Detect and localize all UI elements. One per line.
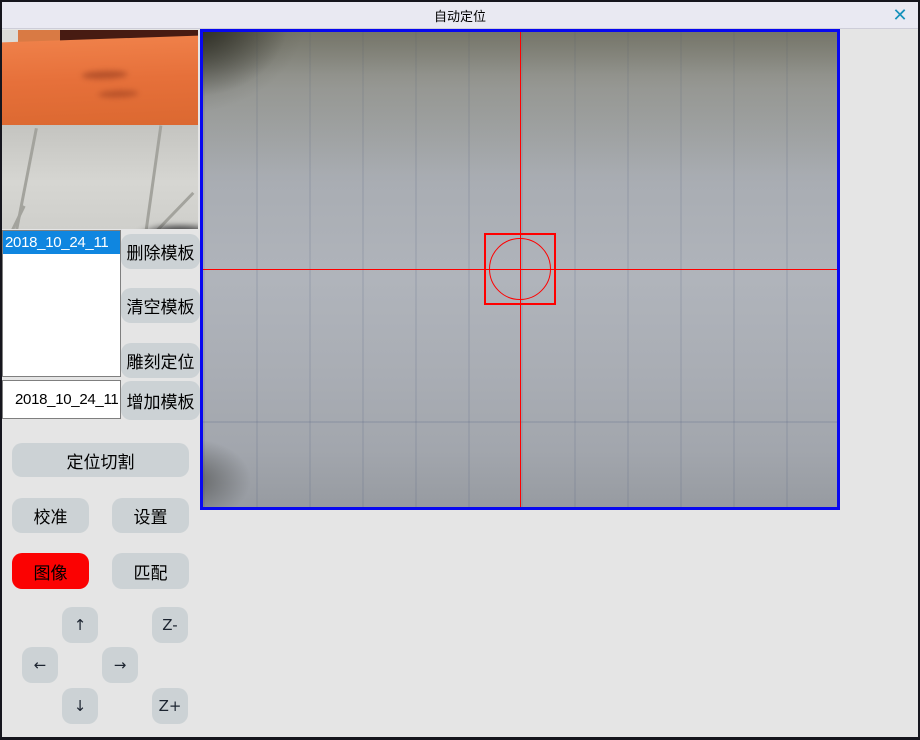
close-icon[interactable]: ✕ <box>888 4 912 26</box>
auto-position-dialog: 自动定位 ✕ 2018_10_24_11 删除模板 清空模板 雕刻定位 增加模板… <box>0 0 920 740</box>
image-button[interactable]: 图像 <box>12 553 89 589</box>
thumbnail-orange-plank <box>2 35 198 133</box>
template-list: 2018_10_24_11 <box>2 230 121 377</box>
jog-left-button[interactable]: ← <box>22 647 58 683</box>
plank-grain-mark <box>98 90 138 98</box>
plank-grain-mark <box>82 70 128 80</box>
dialog-title: 自动定位 <box>434 6 486 25</box>
template-list-item[interactable]: 2018_10_24_11 <box>3 231 120 254</box>
settings-button[interactable]: 设置 <box>112 498 189 533</box>
thumbnail-dark-object <box>118 224 198 229</box>
engrave-position-button[interactable]: 雕刻定位 <box>121 343 200 378</box>
match-button[interactable]: 匹配 <box>112 553 189 589</box>
jog-z-minus-button[interactable]: Z- <box>152 607 188 643</box>
jog-z-plus-button[interactable]: Z+ <box>152 688 188 724</box>
jog-right-button[interactable]: → <box>102 647 138 683</box>
title-bar: 自动定位 ✕ <box>2 2 918 29</box>
position-cut-button[interactable]: 定位切割 <box>12 443 189 477</box>
camera-viewport[interactable] <box>200 29 840 510</box>
jog-down-button[interactable]: ↓ <box>62 688 98 724</box>
template-name-input[interactable] <box>2 380 121 419</box>
jog-up-button[interactable]: ↑ <box>62 607 98 643</box>
template-thumbnail-preview <box>2 30 198 229</box>
calibrate-button[interactable]: 校准 <box>12 498 89 533</box>
clear-template-button[interactable]: 清空模板 <box>121 288 200 323</box>
add-template-button[interactable]: 增加模板 <box>121 381 200 420</box>
delete-template-button[interactable]: 删除模板 <box>121 234 200 269</box>
match-region-circle <box>489 238 551 300</box>
